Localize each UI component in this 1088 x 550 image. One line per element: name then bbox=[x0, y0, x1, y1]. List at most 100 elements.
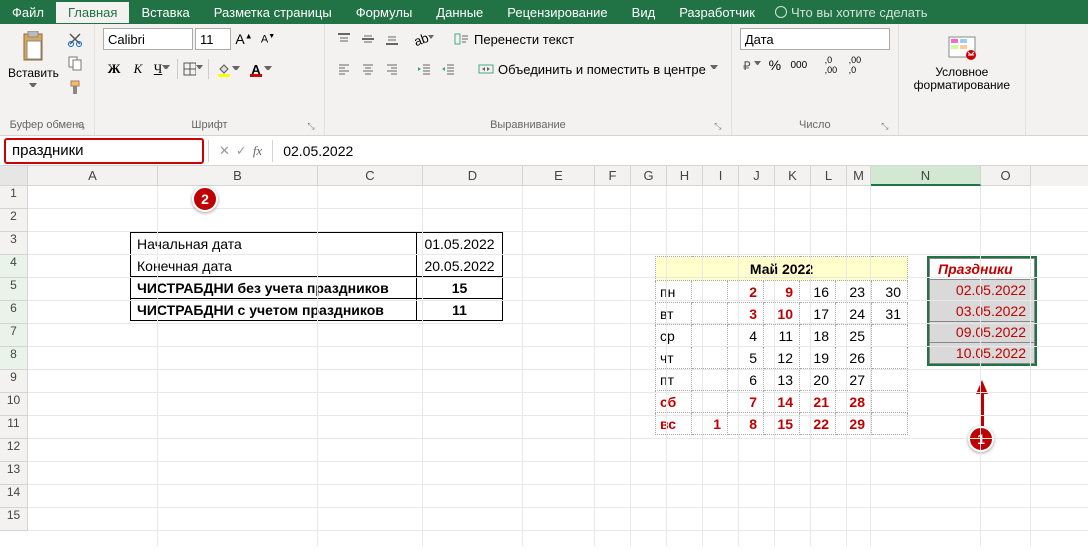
decrease-decimal-button[interactable]: ,00,0 bbox=[844, 54, 866, 76]
font-color-button[interactable]: A bbox=[245, 58, 267, 80]
row-header-14[interactable]: 14 bbox=[0, 485, 28, 508]
align-left-button[interactable] bbox=[333, 58, 355, 80]
worksheet-grid[interactable]: ABCDEFGHIJKLMNO 123456789101112131415 На… bbox=[0, 166, 1088, 546]
holiday-cell[interactable]: 09.05.2022 bbox=[930, 322, 1035, 343]
align-top-button[interactable] bbox=[333, 28, 355, 50]
dialog-launcher-icon[interactable]: ⤡ bbox=[713, 121, 723, 131]
row-header-10[interactable]: 10 bbox=[0, 393, 28, 416]
row-header-12[interactable]: 12 bbox=[0, 439, 28, 462]
column-header-O[interactable]: O bbox=[981, 166, 1031, 186]
row-header-5[interactable]: 5 bbox=[0, 278, 28, 301]
tab-insert[interactable]: Вставка bbox=[129, 2, 201, 23]
tab-file[interactable]: Файл bbox=[0, 2, 56, 23]
font-name-select[interactable]: Calibri bbox=[103, 28, 193, 50]
orientation-button[interactable]: ab bbox=[413, 28, 435, 50]
row-header-13[interactable]: 13 bbox=[0, 462, 28, 485]
paste-button[interactable]: Вставить bbox=[8, 28, 58, 94]
copy-button[interactable] bbox=[64, 52, 86, 74]
clipboard-icon bbox=[8, 30, 58, 66]
accounting-format-button[interactable]: ₽ bbox=[740, 54, 762, 76]
comma-button[interactable]: 000 bbox=[788, 54, 810, 76]
formula-input[interactable] bbox=[277, 139, 1084, 163]
column-header-E[interactable]: E bbox=[523, 166, 595, 186]
column-header-N[interactable]: N bbox=[871, 166, 981, 186]
table-cell: Начальная дата bbox=[137, 236, 242, 252]
column-header-K[interactable]: K bbox=[775, 166, 811, 186]
cancel-formula-icon[interactable]: ✕ bbox=[219, 143, 230, 159]
column-header-D[interactable]: D bbox=[423, 166, 523, 186]
tab-view[interactable]: Вид bbox=[620, 2, 668, 23]
merge-center-button[interactable]: Объединить и поместить в центре bbox=[473, 58, 723, 80]
borders-button[interactable] bbox=[182, 58, 204, 80]
tab-developer[interactable]: Разработчик bbox=[667, 2, 767, 23]
row-header-11[interactable]: 11 bbox=[0, 416, 28, 439]
fx-icon[interactable]: fx bbox=[253, 143, 262, 159]
wrap-label: Перенести текст bbox=[474, 32, 574, 47]
column-header-A[interactable]: A bbox=[28, 166, 158, 186]
tab-page-layout[interactable]: Разметка страницы bbox=[202, 2, 344, 23]
column-header-F[interactable]: F bbox=[595, 166, 631, 186]
dialog-launcher-icon[interactable]: ⤡ bbox=[306, 121, 316, 131]
tab-home[interactable]: Главная bbox=[56, 2, 129, 23]
bold-button[interactable]: Ж bbox=[103, 58, 125, 80]
tab-data[interactable]: Данные bbox=[424, 2, 495, 23]
row-header-6[interactable]: 6 bbox=[0, 301, 28, 324]
fill-color-button[interactable] bbox=[213, 58, 235, 80]
row-header-7[interactable]: 7 bbox=[0, 324, 28, 347]
increase-decimal-button[interactable]: ,0,00 bbox=[820, 54, 842, 76]
name-box-input[interactable] bbox=[4, 138, 204, 164]
italic-button[interactable]: К bbox=[127, 58, 149, 80]
row-header-2[interactable]: 2 bbox=[0, 209, 28, 232]
row-header-15[interactable]: 15 bbox=[0, 508, 28, 531]
ribbon-tabs: Файл Главная Вставка Разметка страницы Ф… bbox=[0, 0, 1088, 24]
column-header-L[interactable]: L bbox=[811, 166, 847, 186]
tab-review[interactable]: Рецензирование bbox=[495, 2, 619, 23]
dialog-launcher-icon[interactable]: ⤡ bbox=[76, 121, 86, 131]
holiday-cell[interactable]: 02.05.2022 bbox=[930, 280, 1035, 301]
conditional-formatting-button[interactable]: Условное форматирование bbox=[907, 28, 1017, 92]
column-header-J[interactable]: J bbox=[739, 166, 775, 186]
percent-button[interactable]: % bbox=[764, 54, 786, 76]
row-header-4[interactable]: 4 bbox=[0, 255, 28, 278]
align-center-button[interactable] bbox=[357, 58, 379, 80]
align-right-button[interactable] bbox=[381, 58, 403, 80]
copy-icon bbox=[67, 55, 83, 71]
wrap-icon bbox=[454, 32, 470, 46]
increase-font-button[interactable]: A▲ bbox=[233, 28, 255, 50]
column-header-G[interactable]: G bbox=[631, 166, 667, 186]
brush-icon bbox=[67, 79, 83, 95]
annotation-callout-1: 1 bbox=[968, 426, 994, 452]
number-format-select[interactable]: Дата bbox=[740, 28, 890, 50]
enter-formula-icon[interactable]: ✓ bbox=[236, 143, 247, 159]
tab-formulas[interactable]: Формулы bbox=[344, 2, 425, 23]
row-header-1[interactable]: 1 bbox=[0, 186, 28, 209]
svg-text:₽: ₽ bbox=[743, 59, 751, 72]
cut-button[interactable] bbox=[64, 28, 86, 50]
increase-indent-button[interactable] bbox=[437, 58, 459, 80]
dialog-launcher-icon[interactable]: ⤡ bbox=[880, 121, 890, 131]
decrease-font-button[interactable]: A▼ bbox=[257, 28, 279, 50]
underline-button[interactable]: Ч bbox=[151, 58, 173, 80]
column-header-I[interactable]: I bbox=[703, 166, 739, 186]
column-header-M[interactable]: M bbox=[847, 166, 871, 186]
group-conditional-formatting: Условное форматирование bbox=[899, 24, 1026, 135]
row-header-3[interactable]: 3 bbox=[0, 232, 28, 255]
table-cell: ЧИСТРАБДНИ без учета праздников bbox=[137, 280, 389, 296]
align-bottom-button[interactable] bbox=[381, 28, 403, 50]
row-header-8[interactable]: 8 bbox=[0, 347, 28, 370]
merge-label: Объединить и поместить в центре bbox=[498, 62, 706, 77]
column-header-B[interactable]: B bbox=[158, 166, 318, 186]
group-alignment: ab Перенести текст Объединить и поместит… bbox=[325, 24, 732, 135]
select-all-corner[interactable] bbox=[0, 166, 28, 186]
tell-me-search[interactable]: Что вы хотите сделать bbox=[775, 5, 927, 20]
column-header-H[interactable]: H bbox=[667, 166, 703, 186]
holidays-selection: Праздники 02.05.202203.05.202209.05.2022… bbox=[927, 256, 1037, 366]
wrap-text-button[interactable]: Перенести текст bbox=[449, 28, 579, 50]
format-painter-button[interactable] bbox=[64, 76, 86, 98]
column-header-C[interactable]: C bbox=[318, 166, 423, 186]
row-header-9[interactable]: 9 bbox=[0, 370, 28, 393]
decrease-indent-button[interactable] bbox=[413, 58, 435, 80]
align-middle-button[interactable] bbox=[357, 28, 379, 50]
font-size-select[interactable]: 11 bbox=[195, 28, 231, 50]
holiday-cell[interactable]: 03.05.2022 bbox=[930, 301, 1035, 322]
